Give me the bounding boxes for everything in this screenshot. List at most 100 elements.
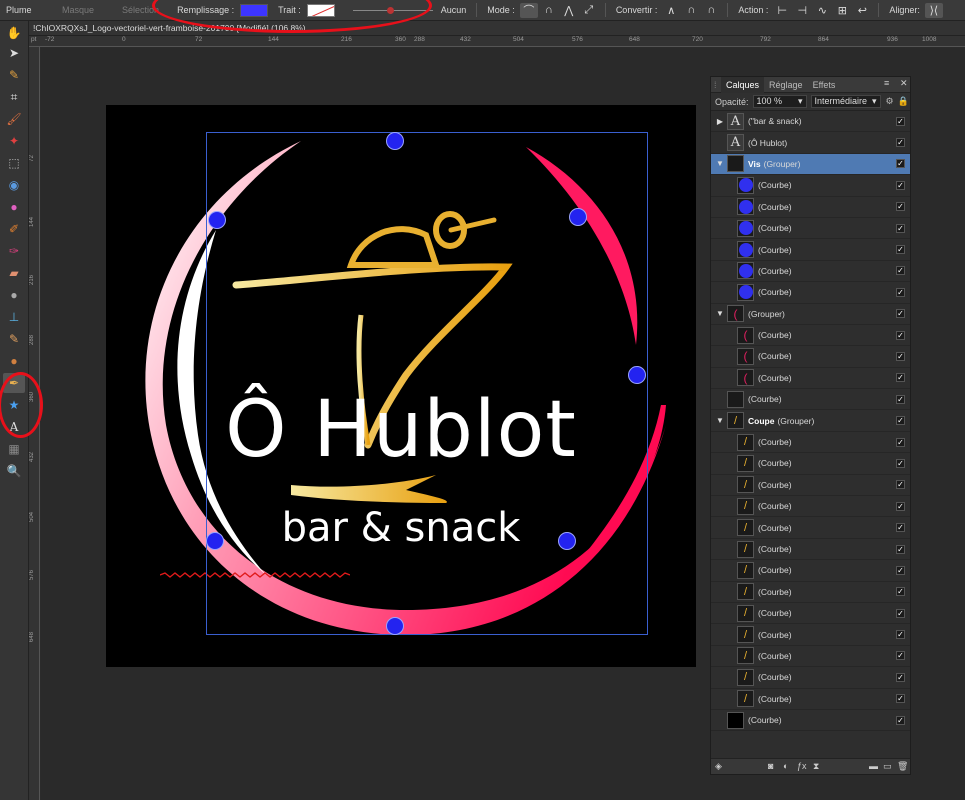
move-tool-icon[interactable]: ➤	[3, 43, 25, 63]
visibility-checkbox[interactable]: ✓	[896, 309, 905, 319]
selection-button[interactable]: Sélection	[108, 5, 173, 15]
lock-icon[interactable]: 🔒	[898, 96, 909, 107]
smudge-icon[interactable]: ●	[3, 351, 25, 371]
mask-button[interactable]: Masque	[48, 5, 108, 15]
tab-reglage[interactable]: Réglage	[764, 77, 808, 93]
pen-tool-icon[interactable]: ✒	[3, 373, 25, 393]
screw-handle[interactable]	[628, 366, 646, 384]
layer-row[interactable]: / (Courbe) ✓	[711, 517, 910, 539]
reverse-curve-icon[interactable]: ↩	[853, 3, 871, 18]
break-curve-icon[interactable]: ⊢	[773, 3, 791, 18]
visibility-checkbox[interactable]: ✓	[896, 373, 905, 383]
visibility-checkbox[interactable]: ✓	[896, 116, 905, 126]
visibility-checkbox[interactable]: ✓	[896, 180, 905, 190]
panel-menu-icon[interactable]: ≡	[884, 78, 889, 88]
layer-row[interactable]: / (Courbe) ✓	[711, 646, 910, 668]
layer-row[interactable]: ((Courbe) ✓	[711, 325, 910, 347]
visibility-checkbox[interactable]: ✓	[896, 287, 905, 297]
layer-row[interactable]: / (Courbe) ✓	[711, 667, 910, 689]
visibility-checkbox[interactable]: ✓	[896, 565, 905, 575]
visibility-checkbox[interactable]: ✓	[896, 223, 905, 233]
visibility-checkbox[interactable]: ✓	[896, 416, 905, 426]
visibility-checkbox[interactable]: ✓	[896, 523, 905, 533]
layer-row[interactable]: (Courbe) ✓	[711, 175, 910, 197]
hourglass-icon[interactable]: ⧗	[813, 761, 819, 772]
pen-mode-icon[interactable]: ⌒	[519, 2, 538, 18]
zoom-icon[interactable]: 🔍	[3, 461, 25, 481]
layer-row[interactable]: (Courbe) ✓	[711, 261, 910, 283]
visibility-checkbox[interactable]: ✓	[896, 651, 905, 661]
mask-layer-icon[interactable]: ◙	[768, 761, 773, 771]
visibility-checkbox[interactable]: ✓	[896, 630, 905, 640]
add-layer-icon[interactable]: ▭	[883, 761, 892, 772]
dodge-icon[interactable]: ●	[3, 285, 25, 305]
expand-arrow-icon[interactable]: ▶	[713, 117, 727, 126]
layer-row[interactable]: ▼ Vis (Grouper) ✓	[711, 153, 910, 176]
align-nodes-icon[interactable]: ⟩⟨	[924, 2, 943, 18]
adjustment-icon[interactable]: ◐	[783, 761, 788, 771]
opacity-dropdown[interactable]: 100 % ▾	[752, 95, 807, 108]
layer-row[interactable]: / (Courbe) ✓	[711, 432, 910, 454]
layer-row[interactable]: (Courbe) ✓	[711, 710, 910, 732]
line-mode-icon[interactable]: ⤢	[580, 3, 598, 18]
layer-row[interactable]: (Courbe) ✓	[711, 282, 910, 304]
visibility-checkbox[interactable]: ✓	[896, 694, 905, 704]
visibility-checkbox[interactable]: ✓	[896, 394, 905, 404]
color-picker-icon[interactable]: ✎	[3, 65, 25, 85]
layer-row[interactable]: (Courbe) ✓	[711, 389, 910, 411]
layer-row[interactable]: / (Courbe) ✓	[711, 624, 910, 646]
layer-row[interactable]: / (Courbe) ✓	[711, 689, 910, 710]
artboard[interactable]: Ô Hublot bar & snack	[106, 105, 696, 667]
layer-stack-icon[interactable]: ◈	[715, 761, 722, 772]
screw-handle[interactable]	[386, 617, 404, 635]
blend-mode-dropdown[interactable]: Intermédiaire ▾	[810, 95, 881, 108]
panel-grip-icon[interactable]: ⁞	[711, 80, 721, 90]
hand-icon[interactable]: ✋	[3, 23, 25, 43]
eraser-icon[interactable]: ▰	[3, 263, 25, 283]
magic-wand-icon[interactable]: ✦	[3, 131, 25, 151]
layer-row[interactable]: / (Courbe) ✓	[711, 539, 910, 561]
gear-icon[interactable]: ⚙	[886, 96, 894, 107]
slice-icon[interactable]: ▦	[3, 439, 25, 459]
visibility-checkbox[interactable]: ✓	[896, 138, 905, 148]
visibility-checkbox[interactable]: ✓	[896, 501, 905, 511]
visibility-checkbox[interactable]: ✓	[896, 351, 905, 361]
expand-arrow-icon[interactable]: ▼	[713, 416, 727, 425]
smooth-curve-icon[interactable]: ∿	[813, 3, 831, 18]
layer-row[interactable]: ▼((Grouper) ✓	[711, 304, 910, 325]
visibility-checkbox[interactable]: ✓	[896, 245, 905, 255]
layer-row[interactable]: (Courbe) ✓	[711, 197, 910, 218]
layer-row[interactable]: ((Courbe) ✓	[711, 368, 910, 390]
fx-icon[interactable]: ƒx	[797, 761, 807, 771]
visibility-checkbox[interactable]: ✓	[896, 672, 905, 682]
tab-effets[interactable]: Effets	[808, 77, 841, 93]
visibility-checkbox[interactable]: ✓	[896, 202, 905, 212]
layer-row[interactable]: / (Courbe) ✓	[711, 496, 910, 518]
visibility-checkbox[interactable]: ✓	[896, 587, 905, 597]
visibility-checkbox[interactable]: ✓	[896, 458, 905, 468]
visibility-checkbox[interactable]: ✓	[896, 544, 905, 554]
layer-row[interactable]: / (Courbe) ✓	[711, 582, 910, 603]
join-curves-icon[interactable]: ⊞	[833, 3, 851, 18]
close-icon[interactable]: ✕	[900, 78, 908, 89]
fill-bucket-icon[interactable]: ◉	[3, 175, 25, 195]
visibility-checkbox[interactable]: ✓	[896, 159, 905, 169]
screw-handle[interactable]	[569, 208, 587, 226]
brush-icon[interactable]: 🖌	[3, 109, 25, 129]
pixel-brush-icon[interactable]: ✑	[3, 241, 25, 261]
layer-row[interactable]: (Courbe) ✓	[711, 239, 910, 261]
layer-row[interactable]: (Courbe) ✓	[711, 218, 910, 240]
inpainting-icon[interactable]: ✎	[3, 329, 25, 349]
stroke-width-slider[interactable]	[352, 6, 433, 14]
text-tool-icon[interactable]: A	[3, 417, 25, 437]
marquee-icon[interactable]: ⬚	[3, 153, 25, 173]
stroke-swatch[interactable]	[306, 3, 335, 17]
layer-row[interactable]: ((Courbe) ✓	[711, 346, 910, 368]
convert-smooth-icon[interactable]: ∩	[682, 3, 700, 18]
shape-star-icon[interactable]: ★	[3, 395, 25, 415]
visibility-checkbox[interactable]: ✓	[896, 608, 905, 618]
fill-swatch[interactable]	[240, 3, 269, 17]
layer-row[interactable]: A (Ô Hublot) ✓	[711, 132, 910, 154]
folder-icon[interactable]: ▬	[869, 761, 878, 771]
tab-calques[interactable]: Calques	[721, 76, 765, 93]
